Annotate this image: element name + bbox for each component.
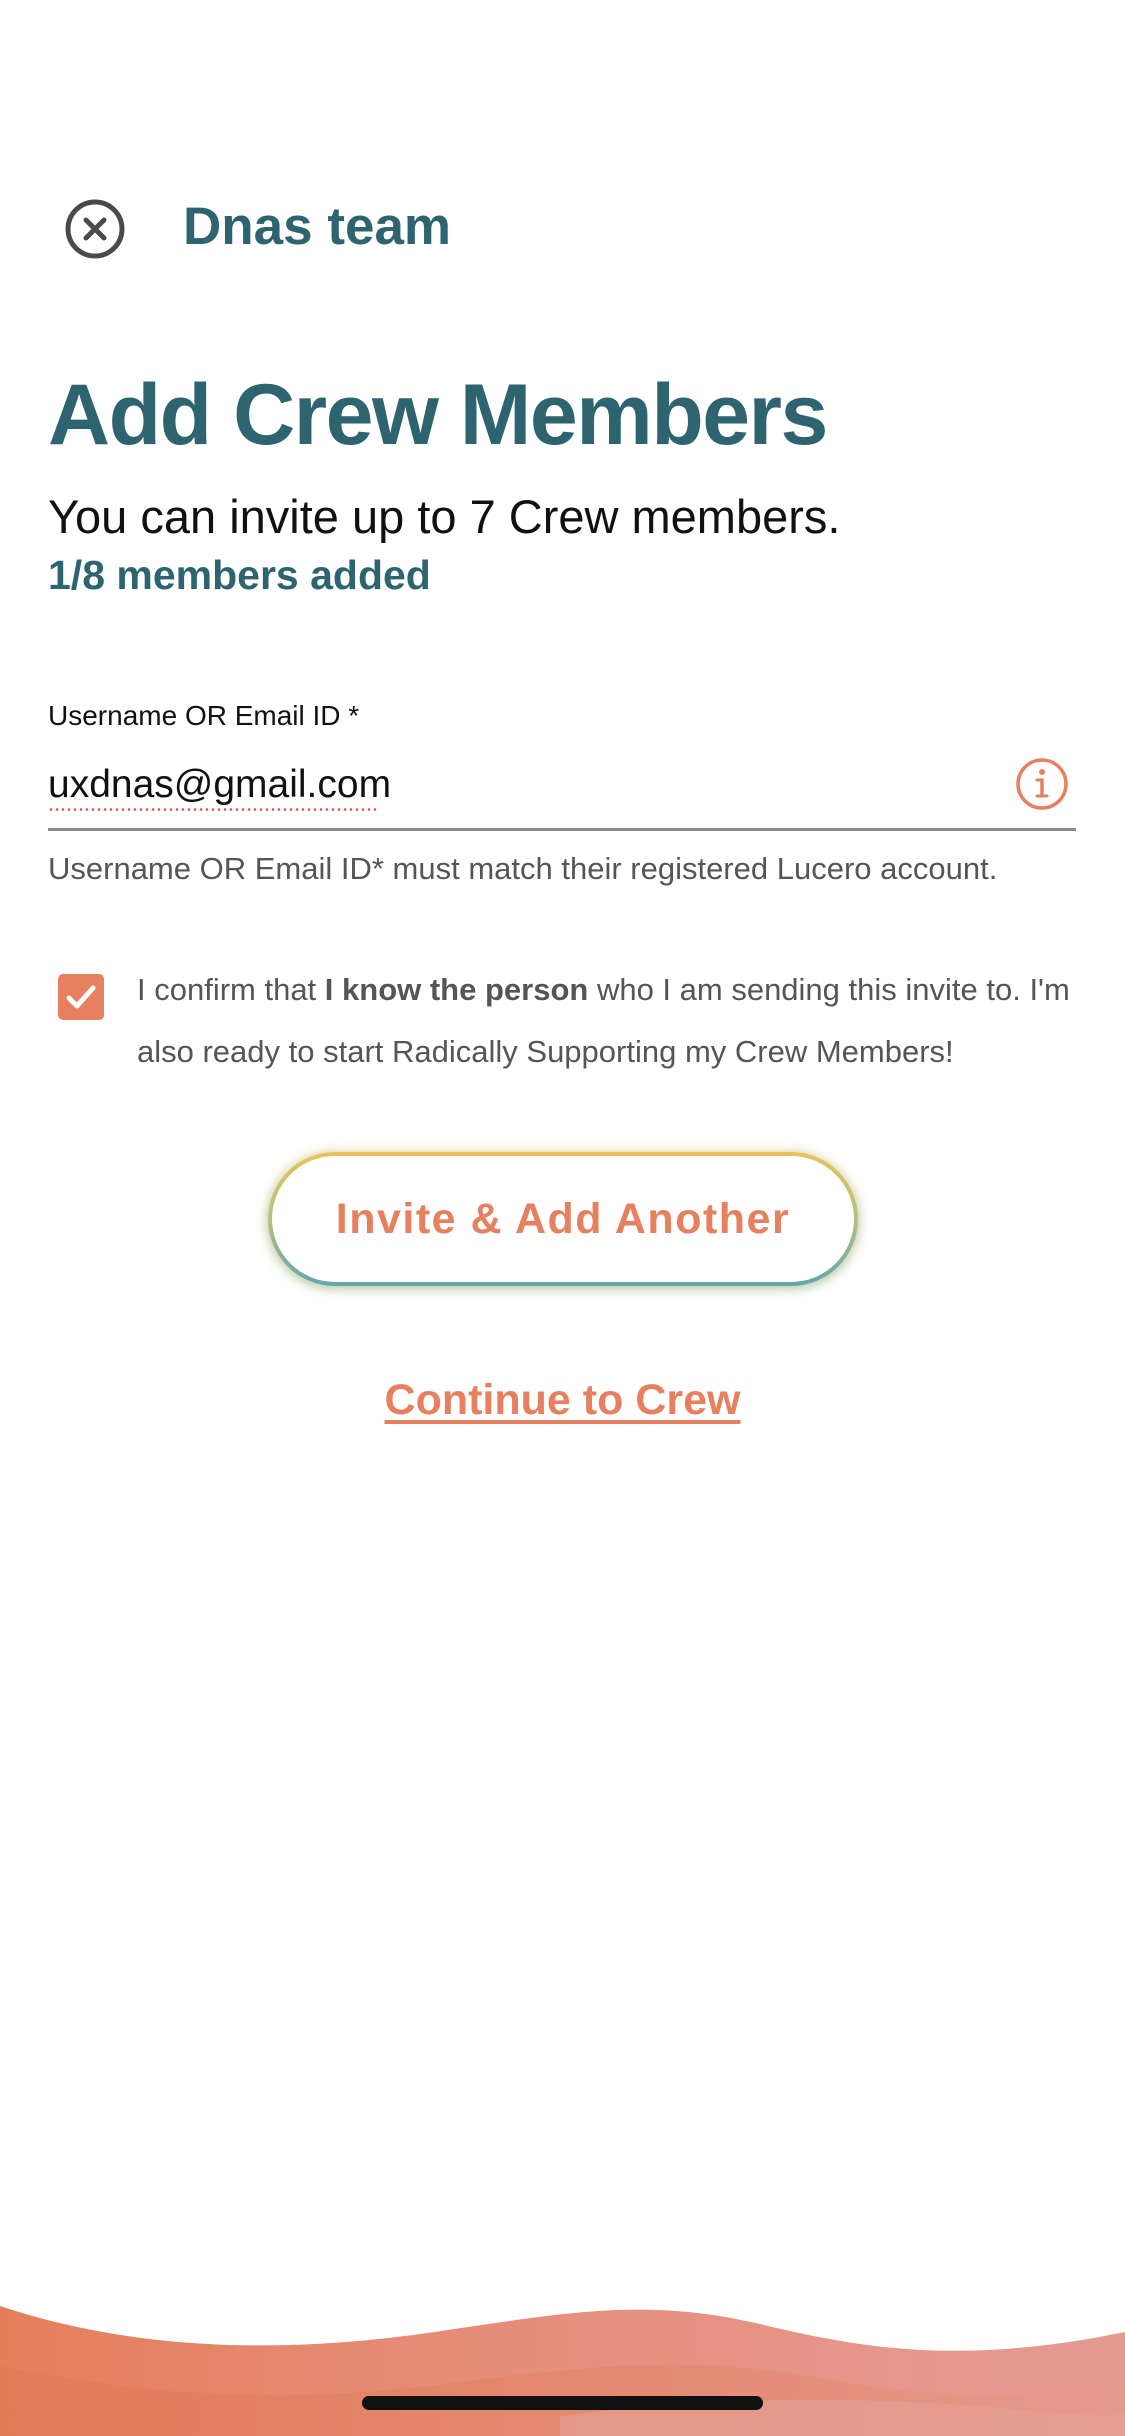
username-email-field (48, 750, 1076, 831)
close-circle-icon[interactable] (60, 194, 130, 264)
invite-add-another-label: Invite & Add Another (272, 1156, 854, 1282)
home-indicator (362, 2396, 763, 2410)
page-title: Add Crew Members (48, 367, 828, 463)
confirm-text-prefix: I confirm that (137, 972, 325, 1007)
username-email-label: Username OR Email ID * (48, 700, 360, 731)
spellcheck-underline (48, 808, 376, 811)
header: Dnas team (0, 170, 1125, 280)
decorative-waves (0, 2286, 1125, 2436)
wave-graphic (0, 2306, 1125, 2436)
invite-limit-text: You can invite up to 7 Crew members. (48, 490, 841, 543)
confirm-checkbox[interactable] (58, 974, 104, 1020)
checkmark-icon (66, 985, 96, 1009)
invite-add-another-button[interactable]: Invite & Add Another (268, 1152, 858, 1286)
field-helper-text: Username OR Email ID* must match their r… (48, 851, 998, 886)
continue-to-crew-link[interactable]: Continue to Crew (385, 1376, 741, 1424)
close-button[interactable] (60, 194, 130, 264)
info-circle-icon[interactable] (1014, 756, 1070, 812)
confirm-text: I confirm that I know the person who I a… (137, 959, 1077, 1083)
confirm-text-bold: I know the person (324, 972, 589, 1007)
members-count: 1/8 members added (48, 552, 431, 598)
continue-to-crew-row: Continue to Crew (0, 1370, 1125, 1430)
team-name: Dnas team (183, 197, 452, 256)
info-button[interactable] (1014, 756, 1070, 812)
